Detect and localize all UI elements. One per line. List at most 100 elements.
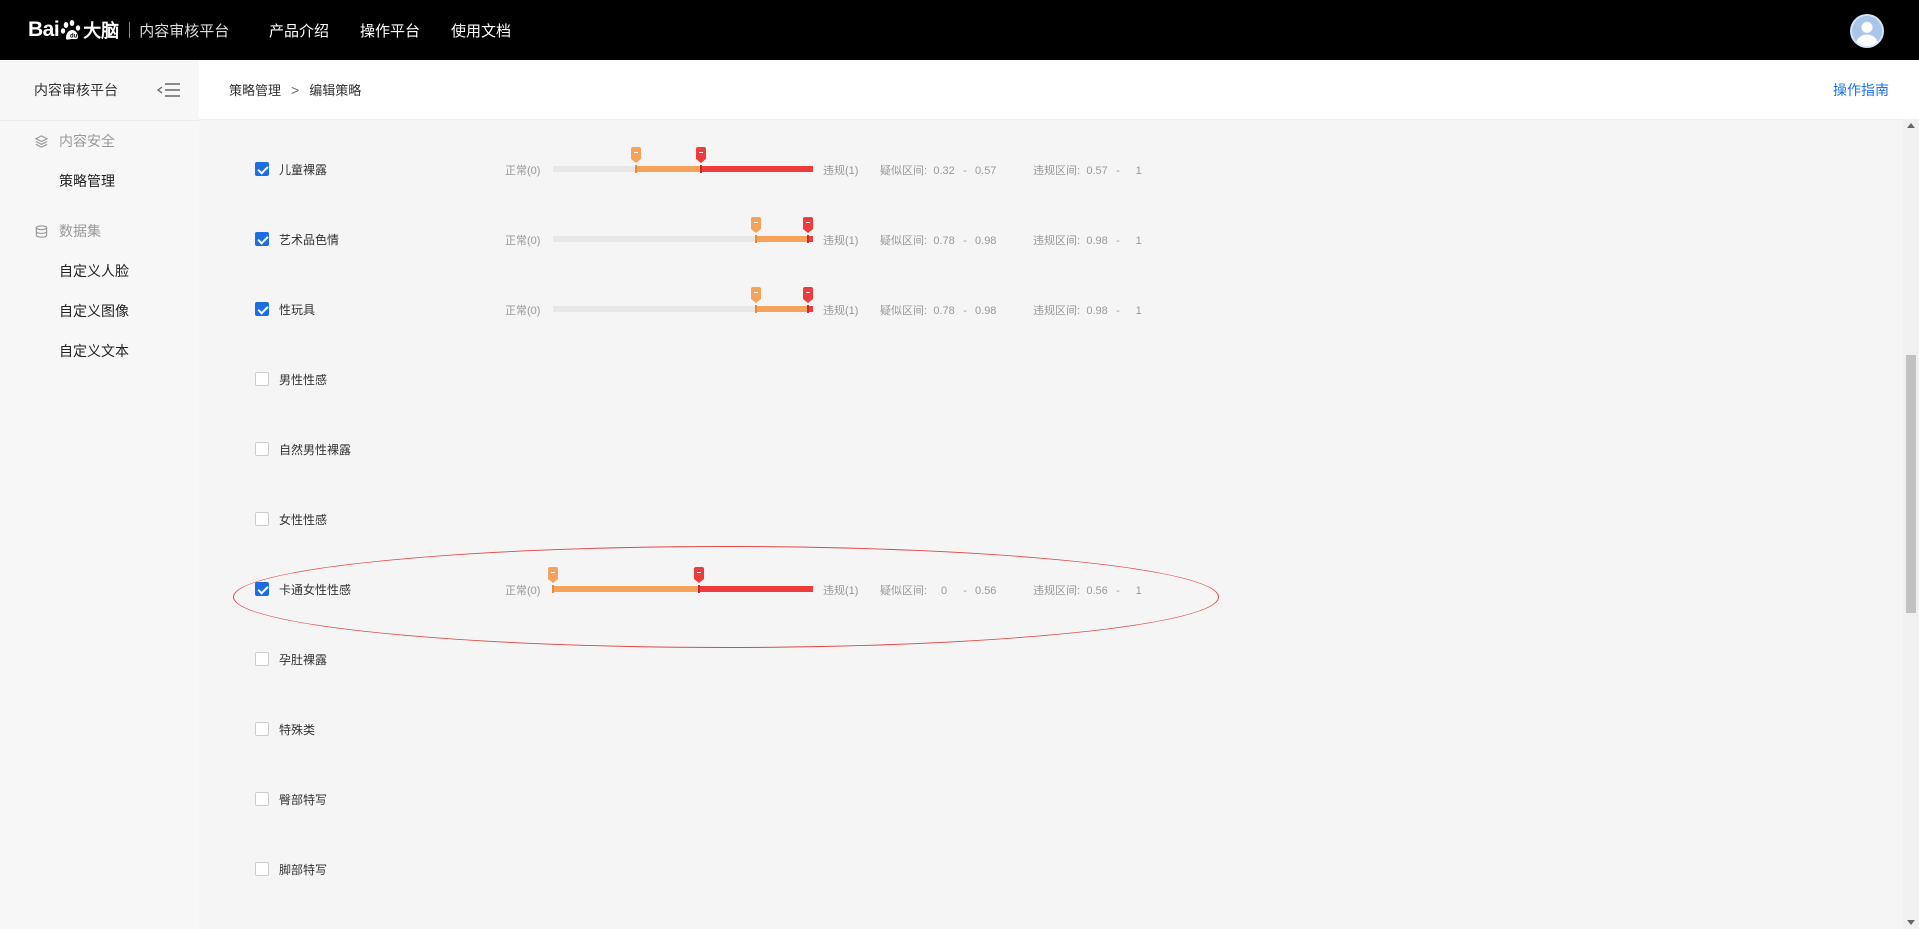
slider-violate-label: 违规(1) [823, 165, 859, 177]
threshold-slider: 正常(0) 违规(1) 疑似区间: 0.78-0.98 违规区间: 0.98-1 [505, 217, 1205, 254]
violate-range-text: 违规区间: 0.98- 1 [1033, 232, 1150, 248]
suspect-range-dash: - [963, 585, 967, 597]
violate-threshold-handle[interactable] [802, 217, 813, 233]
violate-threshold-handle[interactable] [802, 287, 813, 303]
logo-platform-name: 内容审核平台 [139, 22, 230, 40]
menu-collapse-icon[interactable] [157, 81, 181, 99]
sidebar-group-label: 数据集 [59, 223, 101, 239]
policy-row: 自然男性裸露 [199, 434, 1399, 464]
violate-range-text: 违规区间: 0.98- 1 [1033, 302, 1150, 318]
threshold-slider: 正常(0) 违规(1) 疑似区间: 0-0.56 违规区间: 0.56-1 [505, 567, 1205, 604]
suspect-threshold-handle[interactable] [750, 217, 761, 233]
suspect-threshold-handle[interactable] [548, 567, 558, 583]
sidebar-item-custom-image[interactable]: 自定义图像 [0, 291, 199, 331]
policy-label: 自然男性裸露 [279, 443, 352, 457]
page-header: 策略管理 > 编辑策略 操作指南 [199, 60, 1919, 120]
suspect-threshold-handle[interactable] [631, 147, 642, 163]
policy-checkbox[interactable] [255, 372, 269, 386]
slider-track[interactable] [553, 287, 813, 313]
user-avatar[interactable] [1852, 16, 1882, 46]
layers-icon [34, 134, 49, 148]
scroll-up-arrow-icon[interactable] [1907, 123, 1915, 128]
policy-checkbox[interactable] [255, 792, 269, 806]
threshold-tick [806, 235, 809, 243]
slider-track[interactable] [553, 147, 813, 173]
nav-product-intro[interactable]: 产品介绍 [269, 20, 329, 41]
policy-checkbox[interactable] [255, 862, 269, 876]
policy-row: 男性性感 [199, 364, 1399, 394]
suspect-range-text: 疑似区间: 0.78-0.98 [880, 302, 997, 318]
policy-label: 女性性感 [279, 513, 328, 527]
logo-text-dana: 大脑 [83, 21, 120, 41]
slider-violate-label: 违规(1) [823, 235, 859, 247]
slider-violate-label: 违规(1) [823, 305, 859, 317]
slider-track[interactable] [553, 217, 813, 243]
suspect-range-max: 0.57 [975, 165, 997, 177]
sidebar-group-dataset: 数据集 [0, 211, 199, 251]
slider-normal-label: 正常(0) [505, 235, 541, 247]
policy-checkbox[interactable] [255, 512, 269, 526]
policy-row: 艺术品色情 正常(0) 违规(1) 疑似区间: 0.78-0.98 违规区间: 0.98-1 [199, 217, 1399, 254]
paw-icon: du [60, 20, 81, 40]
suspect-range-dash: - [963, 305, 967, 317]
suspect-range-dash: - [963, 235, 967, 247]
slider-track[interactable] [548, 567, 813, 593]
suspect-range-fill [636, 166, 702, 172]
policy-row: 卡通女性性感 正常(0) 违规(1) 疑似区间: 0-0.56 违规区间: 0.56-1 [199, 567, 1399, 604]
operation-guide-link[interactable]: 操作指南 [1833, 60, 1889, 119]
threshold-tick [697, 585, 700, 593]
violate-range-min: 0.98 [1086, 305, 1108, 317]
suspect-range-max: 0.56 [975, 585, 997, 597]
policy-label: 孕肚裸露 [279, 653, 328, 667]
nav-console[interactable]: 操作平台 [360, 20, 420, 41]
suspect-range-min: 0.78 [933, 235, 955, 247]
nav-docs[interactable]: 使用文档 [451, 20, 511, 41]
sidebar-group-label: 内容安全 [59, 133, 115, 149]
suspect-range-dash: - [963, 165, 967, 177]
violate-range-dash: - [1116, 585, 1120, 597]
breadcrumb-current: 编辑策略 [309, 83, 362, 98]
sidebar-item-custom-face[interactable]: 自定义人脸 [0, 251, 199, 291]
violate-range-prefix: 违规区间: [1033, 585, 1081, 597]
breadcrumb: 策略管理 > 编辑策略 [229, 60, 361, 119]
policy-checkbox[interactable] [255, 652, 269, 666]
policy-checkbox[interactable] [255, 302, 269, 316]
sidebar-title: 内容审核平台 [34, 82, 118, 98]
policy-checkbox[interactable] [255, 582, 269, 596]
policy-checkbox[interactable] [255, 232, 269, 246]
violate-range-max: 1 [1135, 165, 1142, 177]
vertical-scrollbar[interactable] [1903, 119, 1919, 929]
policy-row: 特殊类 [199, 714, 1399, 744]
violate-range-min: 0.56 [1086, 585, 1108, 597]
policy-checkbox[interactable] [255, 442, 269, 456]
sidebar-item-policy-management[interactable]: 策略管理 [0, 161, 199, 201]
suspect-threshold-handle[interactable] [750, 287, 761, 303]
scroll-down-arrow-icon[interactable] [1907, 920, 1915, 925]
violate-threshold-handle[interactable] [696, 147, 707, 163]
policy-checkbox[interactable] [255, 722, 269, 736]
violate-range-dash: - [1116, 165, 1120, 177]
logo-text-baidu: Bai [28, 18, 60, 41]
suspect-range-text: 疑似区间: 0 -0.56 [880, 582, 997, 598]
suspect-range-text: 疑似区间: 0.32-0.57 [880, 162, 997, 178]
database-icon [35, 224, 48, 238]
baidu-ai-logo[interactable]: Bai du 大脑 内容审核平台 [28, 14, 229, 46]
scrollbar-thumb[interactable] [1906, 355, 1916, 613]
policy-checkbox[interactable] [255, 162, 269, 176]
breadcrumb-parent-link[interactable]: 策略管理 [229, 80, 281, 99]
slider-normal-label: 正常(0) [505, 165, 541, 177]
policy-label: 性玩具 [279, 303, 316, 317]
violate-range-max: 1 [1135, 235, 1142, 247]
violate-range-min: 0.98 [1086, 235, 1108, 247]
violate-threshold-handle[interactable] [693, 567, 704, 583]
policy-label: 儿童裸露 [279, 163, 328, 177]
suspect-range-min: 0 [941, 585, 948, 597]
logo-divider [129, 22, 131, 38]
threshold-tick [635, 165, 638, 173]
policy-row: 性玩具 正常(0) 违规(1) 疑似区间: 0.78-0.98 违规区间: 0.98-1 [199, 287, 1399, 324]
policy-row: 女性性感 [199, 504, 1399, 534]
sidebar-item-custom-text[interactable]: 自定义文本 [0, 331, 199, 371]
slider-normal-label: 正常(0) [505, 585, 541, 597]
violate-range-text: 违规区间: 0.57- 1 [1033, 162, 1150, 178]
threshold-slider: 正常(0) 违规(1) 疑似区间: 0.32-0.57 违规区间: 0.57-1 [505, 147, 1205, 184]
